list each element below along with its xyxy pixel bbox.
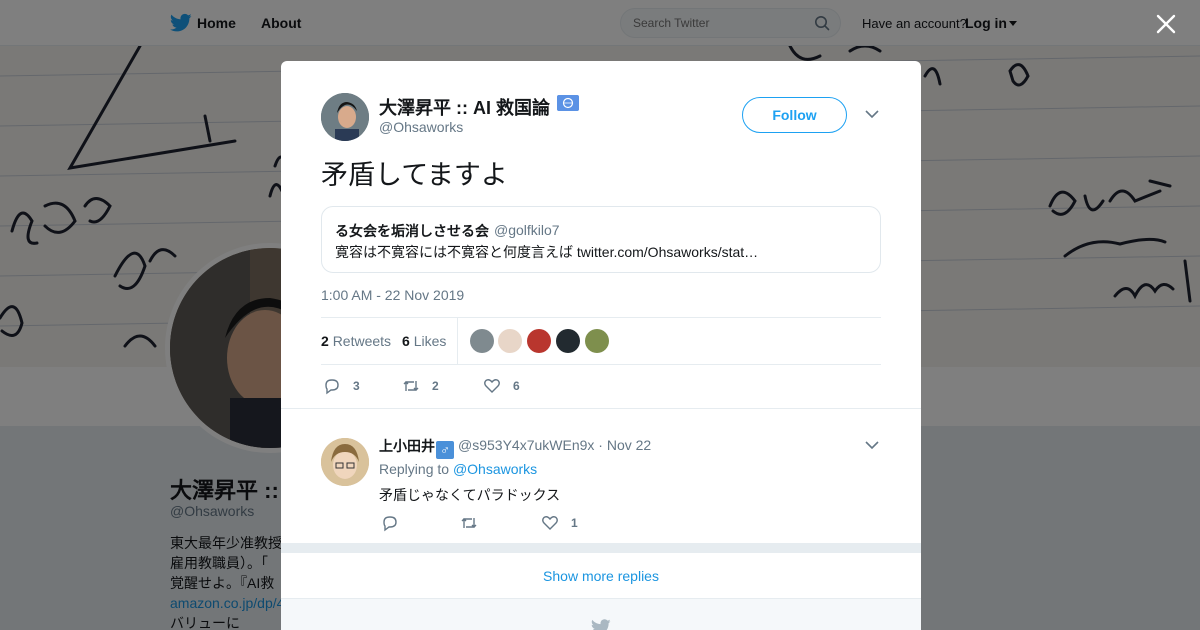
replying-to: Replying to @Ohsaworks — [379, 461, 537, 477]
twitter-bird-icon — [591, 619, 611, 630]
section-gap — [281, 543, 921, 553]
reply-meta[interactable]: @s953Y4x7ukWEn9x · Nov 22 — [458, 437, 651, 453]
stats-divider — [457, 318, 458, 364]
modal-footer — [281, 599, 921, 630]
retweets-label: Retweets — [332, 333, 392, 349]
tweet-stats: 2 Retweets 6 Likes — [321, 317, 881, 365]
reply-author-name-text: 上小田井 — [379, 438, 435, 454]
likes-label: Likes — [413, 333, 447, 349]
liker-avatar[interactable] — [527, 329, 551, 353]
retweet-icon — [461, 518, 477, 528]
likes-count: 6 — [402, 333, 410, 349]
show-more-replies-button[interactable]: Show more replies — [281, 553, 921, 599]
tweet-timestamp[interactable]: 1:00 AM - 22 Nov 2019 — [321, 287, 464, 303]
author-name[interactable]: 大澤昇平 :: AI 救国論 — [379, 94, 550, 120]
quote-author-name: る女会を垢消しさせる会 — [335, 223, 489, 239]
reply-icon — [383, 516, 397, 532]
author-avatar[interactable] — [321, 93, 369, 141]
chevron-down-icon[interactable] — [865, 441, 879, 450]
quoted-tweet[interactable]: る女会を垢消しさせる会 @golfkilo7 寛容は不寛容には不寛容と何度言えば… — [321, 206, 881, 273]
heart-icon — [484, 379, 500, 393]
reply-text: 矛盾じゃなくてパラドックス — [379, 487, 561, 503]
retweet-count: 2 — [432, 379, 439, 393]
un-flag-icon — [557, 95, 579, 111]
retweet-action[interactable] — [460, 514, 490, 532]
close-icon[interactable] — [1155, 13, 1177, 35]
author-handle[interactable]: @Ohsaworks — [379, 119, 463, 135]
tweet-modal: 大澤昇平 :: AI 救国論 @Ohsaworks Follow 矛盾してますよ… — [281, 61, 921, 630]
reply-icon — [325, 379, 339, 395]
quote-text: 寛容は不寛容には不寛容と何度言えば twitter.com/Ohsaworks/… — [335, 244, 759, 260]
like-count: 6 — [513, 379, 520, 393]
retweets-count: 2 — [321, 333, 329, 349]
like-count: 1 — [571, 516, 578, 530]
replying-prefix: Replying to — [379, 461, 450, 477]
heart-icon — [542, 516, 558, 530]
reply-author-photo — [321, 438, 369, 486]
like-action[interactable]: 1 — [541, 514, 578, 532]
reply-author-name[interactable]: 上小田井 ♂ — [379, 436, 454, 459]
reply-action[interactable] — [381, 514, 411, 532]
reply-count: 3 — [353, 379, 360, 393]
male-sign-emoji: ♂ — [436, 441, 454, 459]
liker-avatar[interactable] — [556, 329, 580, 353]
likes-stat[interactable]: 6 Likes — [402, 333, 446, 349]
retweet-action[interactable]: 2 — [402, 377, 439, 395]
replying-to-link[interactable]: @Ohsaworks — [453, 461, 537, 477]
divider — [281, 408, 921, 409]
author-photo — [321, 93, 369, 141]
reply-action[interactable]: 3 — [323, 377, 360, 395]
reply-author-avatar[interactable] — [321, 438, 369, 486]
liker-avatar[interactable] — [585, 329, 609, 353]
liker-avatar[interactable] — [470, 329, 494, 353]
retweets-stat[interactable]: 2 Retweets — [321, 333, 391, 349]
tweet-text: 矛盾してますよ — [321, 160, 508, 190]
liker-avatar[interactable] — [498, 329, 522, 353]
retweet-icon — [403, 381, 419, 391]
follow-button[interactable]: Follow — [742, 97, 847, 133]
quote-author-handle: @golfkilo7 — [494, 222, 560, 238]
chevron-down-icon[interactable] — [865, 110, 879, 119]
like-action[interactable]: 6 — [483, 377, 520, 395]
